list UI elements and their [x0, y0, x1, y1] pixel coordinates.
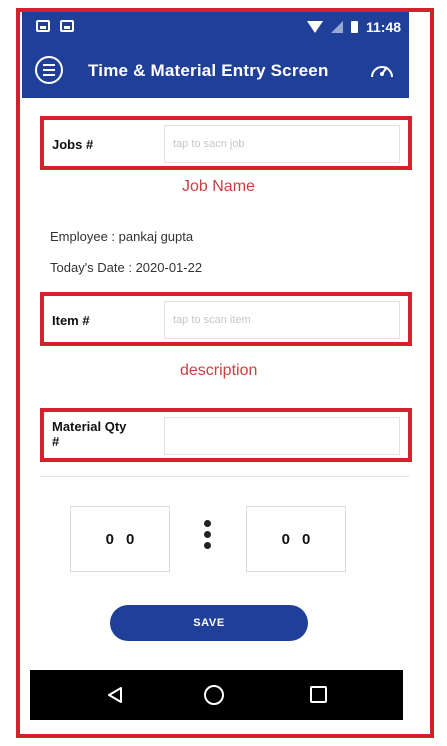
- save-button[interactable]: SAVE: [110, 605, 308, 641]
- recent-apps-icon[interactable]: [310, 686, 327, 703]
- material-field: Material Qty #: [40, 408, 412, 462]
- item-description: description: [180, 362, 258, 379]
- minutes-digit-2: 0: [302, 530, 311, 548]
- item-field: Item #: [40, 292, 412, 346]
- message-icon: [60, 20, 74, 32]
- hours-digit-1: 0: [105, 530, 114, 548]
- status-time: 11:48: [365, 19, 401, 35]
- material-label-line2: #: [52, 434, 60, 449]
- material-label-line1: Material Qty: [52, 419, 127, 434]
- menu-icon[interactable]: [35, 56, 63, 84]
- minutes-picker[interactable]: 0 0: [246, 506, 346, 572]
- minutes-digit-1: 0: [281, 530, 290, 548]
- navigation-bar: [30, 670, 403, 720]
- material-qty-input[interactable]: [164, 417, 400, 455]
- battery-icon: [350, 21, 358, 33]
- job-label: Jobs #: [52, 137, 94, 152]
- job-input[interactable]: [164, 125, 400, 163]
- home-icon[interactable]: [204, 685, 224, 705]
- date-text: Today's Date : 2020-01-22: [50, 260, 203, 275]
- material-label: Material Qty #: [52, 419, 126, 449]
- hours-digit-2: 0: [126, 530, 135, 548]
- status-bar: 11:48: [22, 12, 409, 46]
- divider: [40, 476, 410, 477]
- gallery-icon: [36, 20, 50, 32]
- job-field: Jobs #: [40, 116, 412, 170]
- status-right: 11:48: [306, 19, 401, 35]
- employee-text: Employee : pankaj gupta: [50, 229, 194, 244]
- page-title: Time & Material Entry Screen: [88, 61, 329, 80]
- back-icon[interactable]: [106, 686, 124, 704]
- app-bar: Time & Material Entry Screen: [22, 46, 409, 98]
- time-separator-icon: [202, 520, 212, 549]
- item-input[interactable]: [164, 301, 400, 339]
- item-label: Item #: [52, 313, 90, 328]
- hours-picker[interactable]: 0 0: [70, 506, 170, 572]
- job-name: Job Name: [182, 178, 255, 195]
- notification-icons: [36, 20, 74, 32]
- speedometer-icon[interactable]: [369, 58, 395, 84]
- signal-icon: [330, 21, 343, 33]
- wifi-icon: [306, 21, 323, 33]
